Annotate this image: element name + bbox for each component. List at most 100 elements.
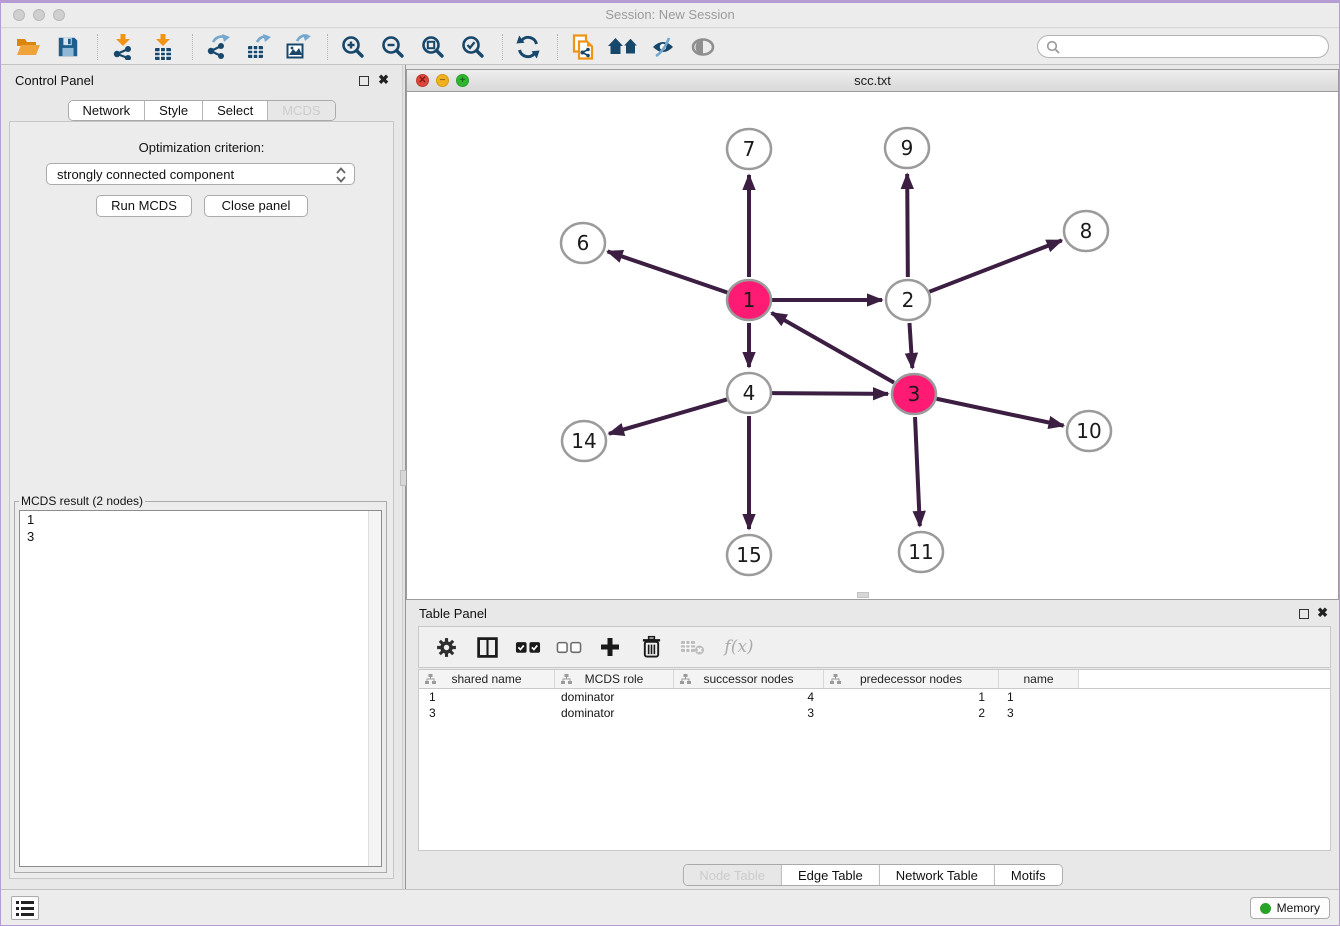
close-panel-icon[interactable]: ✖ [378, 72, 389, 88]
export-network-button[interactable] [203, 33, 233, 61]
table-header-row: shared name MCDS role successor nodes pr… [419, 670, 1330, 689]
node-table[interactable]: shared name MCDS role successor nodes pr… [418, 669, 1331, 851]
optimization-criterion-label: Optimization criterion: [10, 140, 393, 155]
toolbar-divider [192, 34, 193, 60]
import-network-button[interactable] [108, 33, 138, 61]
home-networks-icon [608, 36, 638, 58]
hide-panels-button[interactable] [648, 33, 678, 61]
graph-node-10[interactable]: 10 [1067, 411, 1111, 451]
network-graph[interactable]: 1 2 3 4 6 7 8 9 10 11 14 15 [407, 92, 1338, 599]
graph-node-11[interactable]: 11 [899, 532, 943, 572]
graph-edge-2-3[interactable] [909, 323, 912, 368]
tab-edge-table[interactable]: Edge Table [782, 865, 880, 885]
select-all-icon [515, 639, 541, 655]
graph-node-4[interactable]: 4 [727, 373, 771, 413]
graph-node-3[interactable]: 3 [892, 374, 936, 414]
graph-node-15[interactable]: 15 [727, 535, 771, 575]
column-header-predecessor-nodes[interactable]: predecessor nodes [824, 670, 999, 688]
float-panel-icon[interactable] [1299, 609, 1309, 619]
close-panel-button[interactable]: Close panel [204, 195, 308, 217]
toolbar-divider [327, 34, 328, 60]
network-canvas[interactable]: 1 2 3 4 6 7 8 9 10 11 14 15 [407, 92, 1338, 599]
column-header-mcds-role[interactable]: MCDS role [555, 670, 674, 688]
graph-node-6[interactable]: 6 [561, 223, 605, 263]
graph-node-label: 6 [577, 231, 590, 255]
horizontal-splitter-handle[interactable] [857, 592, 869, 598]
search-input[interactable] [1061, 38, 1328, 56]
tab-mcds[interactable]: MCDS [268, 101, 334, 120]
cell-successor-nodes: 3 [674, 706, 824, 720]
chevron-up-down-icon [334, 166, 348, 184]
task-history-button[interactable] [11, 896, 39, 920]
unselect-all-button[interactable] [556, 634, 582, 660]
main-area: Control Panel ✖ Network Style Select MCD… [1, 65, 1339, 889]
table-panel-header: Table Panel ✖ [406, 602, 1339, 626]
graph-edge-4-3[interactable] [772, 393, 888, 394]
result-scrollbar[interactable] [368, 511, 381, 866]
graph-node-8[interactable]: 8 [1064, 211, 1108, 251]
select-all-button[interactable] [515, 634, 541, 660]
tab-network[interactable]: Network [68, 101, 145, 120]
delete-row-button[interactable] [638, 634, 664, 660]
zoom-out-button[interactable] [378, 33, 408, 61]
graph-edge-3-11[interactable] [915, 417, 920, 526]
tab-select[interactable]: Select [203, 101, 268, 120]
memory-label: Memory [1277, 901, 1320, 915]
table-row[interactable]: 3 dominator 3 2 3 [419, 705, 1330, 721]
copy-network-button[interactable] [568, 33, 598, 61]
export-table-button[interactable] [243, 33, 273, 61]
show-columns-button[interactable] [474, 634, 500, 660]
cell-name: 3 [999, 706, 1079, 720]
tab-style[interactable]: Style [145, 101, 203, 120]
tab-node-table[interactable]: Node Table [683, 865, 782, 885]
graph-edge-2-9[interactable] [907, 174, 908, 277]
column-label: successor nodes [703, 672, 793, 686]
cell-shared-name: 3 [419, 706, 555, 720]
graph-edge-2-8[interactable] [929, 240, 1061, 291]
export-image-button[interactable] [283, 33, 313, 61]
zoom-out-icon [380, 34, 406, 60]
graph-node-7[interactable]: 7 [727, 129, 771, 169]
zoom-in-button[interactable] [338, 33, 368, 61]
sort-hierarchy-icon [425, 674, 436, 685]
graph-edge-3-10[interactable] [937, 399, 1064, 426]
open-session-button[interactable] [13, 33, 43, 61]
main-toolbar [1, 29, 1339, 65]
graph-node-14[interactable]: 14 [562, 421, 606, 461]
delete-table-icon [680, 638, 705, 656]
show-panels-button[interactable] [688, 33, 718, 61]
graph-edge-4-14[interactable] [609, 399, 727, 433]
import-table-icon [150, 34, 176, 60]
import-table-button[interactable] [148, 33, 178, 61]
graph-edge-3-1[interactable] [772, 313, 894, 383]
graph-node-2[interactable]: 2 [886, 280, 930, 320]
column-header-shared-name[interactable]: shared name [419, 670, 555, 688]
graph-node-label: 15 [736, 543, 761, 567]
table-settings-button[interactable] [433, 634, 459, 660]
network-titlebar[interactable]: ✕ − + scc.txt [407, 70, 1338, 92]
apply-layout-button[interactable] [513, 33, 543, 61]
zoom-selected-button[interactable] [458, 33, 488, 61]
float-panel-icon[interactable] [359, 76, 369, 86]
run-mcds-button[interactable]: Run MCDS [96, 195, 192, 217]
show-all-networks-button[interactable] [608, 33, 638, 61]
column-header-name[interactable]: name [999, 670, 1079, 688]
save-session-button[interactable] [53, 33, 83, 61]
mcds-result-box[interactable]: 1 3 [19, 510, 382, 867]
zoom-fit-button[interactable] [418, 33, 448, 61]
app-window: Session: New Session [0, 0, 1340, 926]
column-header-successor-nodes[interactable]: successor nodes [674, 670, 824, 688]
criterion-dropdown[interactable]: strongly connected component [46, 163, 355, 185]
global-search-field[interactable] [1037, 35, 1329, 58]
graph-node-label: 3 [908, 382, 921, 406]
tab-motifs[interactable]: Motifs [995, 865, 1062, 885]
graph-node-9[interactable]: 9 [885, 128, 929, 168]
close-panel-icon[interactable]: ✖ [1317, 605, 1328, 621]
graph-node-1[interactable]: 1 [727, 280, 771, 320]
graph-edge-1-6[interactable] [608, 251, 728, 292]
add-row-button[interactable] [597, 634, 623, 660]
zoom-in-icon [340, 34, 366, 60]
tab-network-table[interactable]: Network Table [880, 865, 995, 885]
table-row[interactable]: 1 dominator 4 1 1 [419, 689, 1330, 705]
memory-button[interactable]: Memory [1250, 897, 1330, 919]
